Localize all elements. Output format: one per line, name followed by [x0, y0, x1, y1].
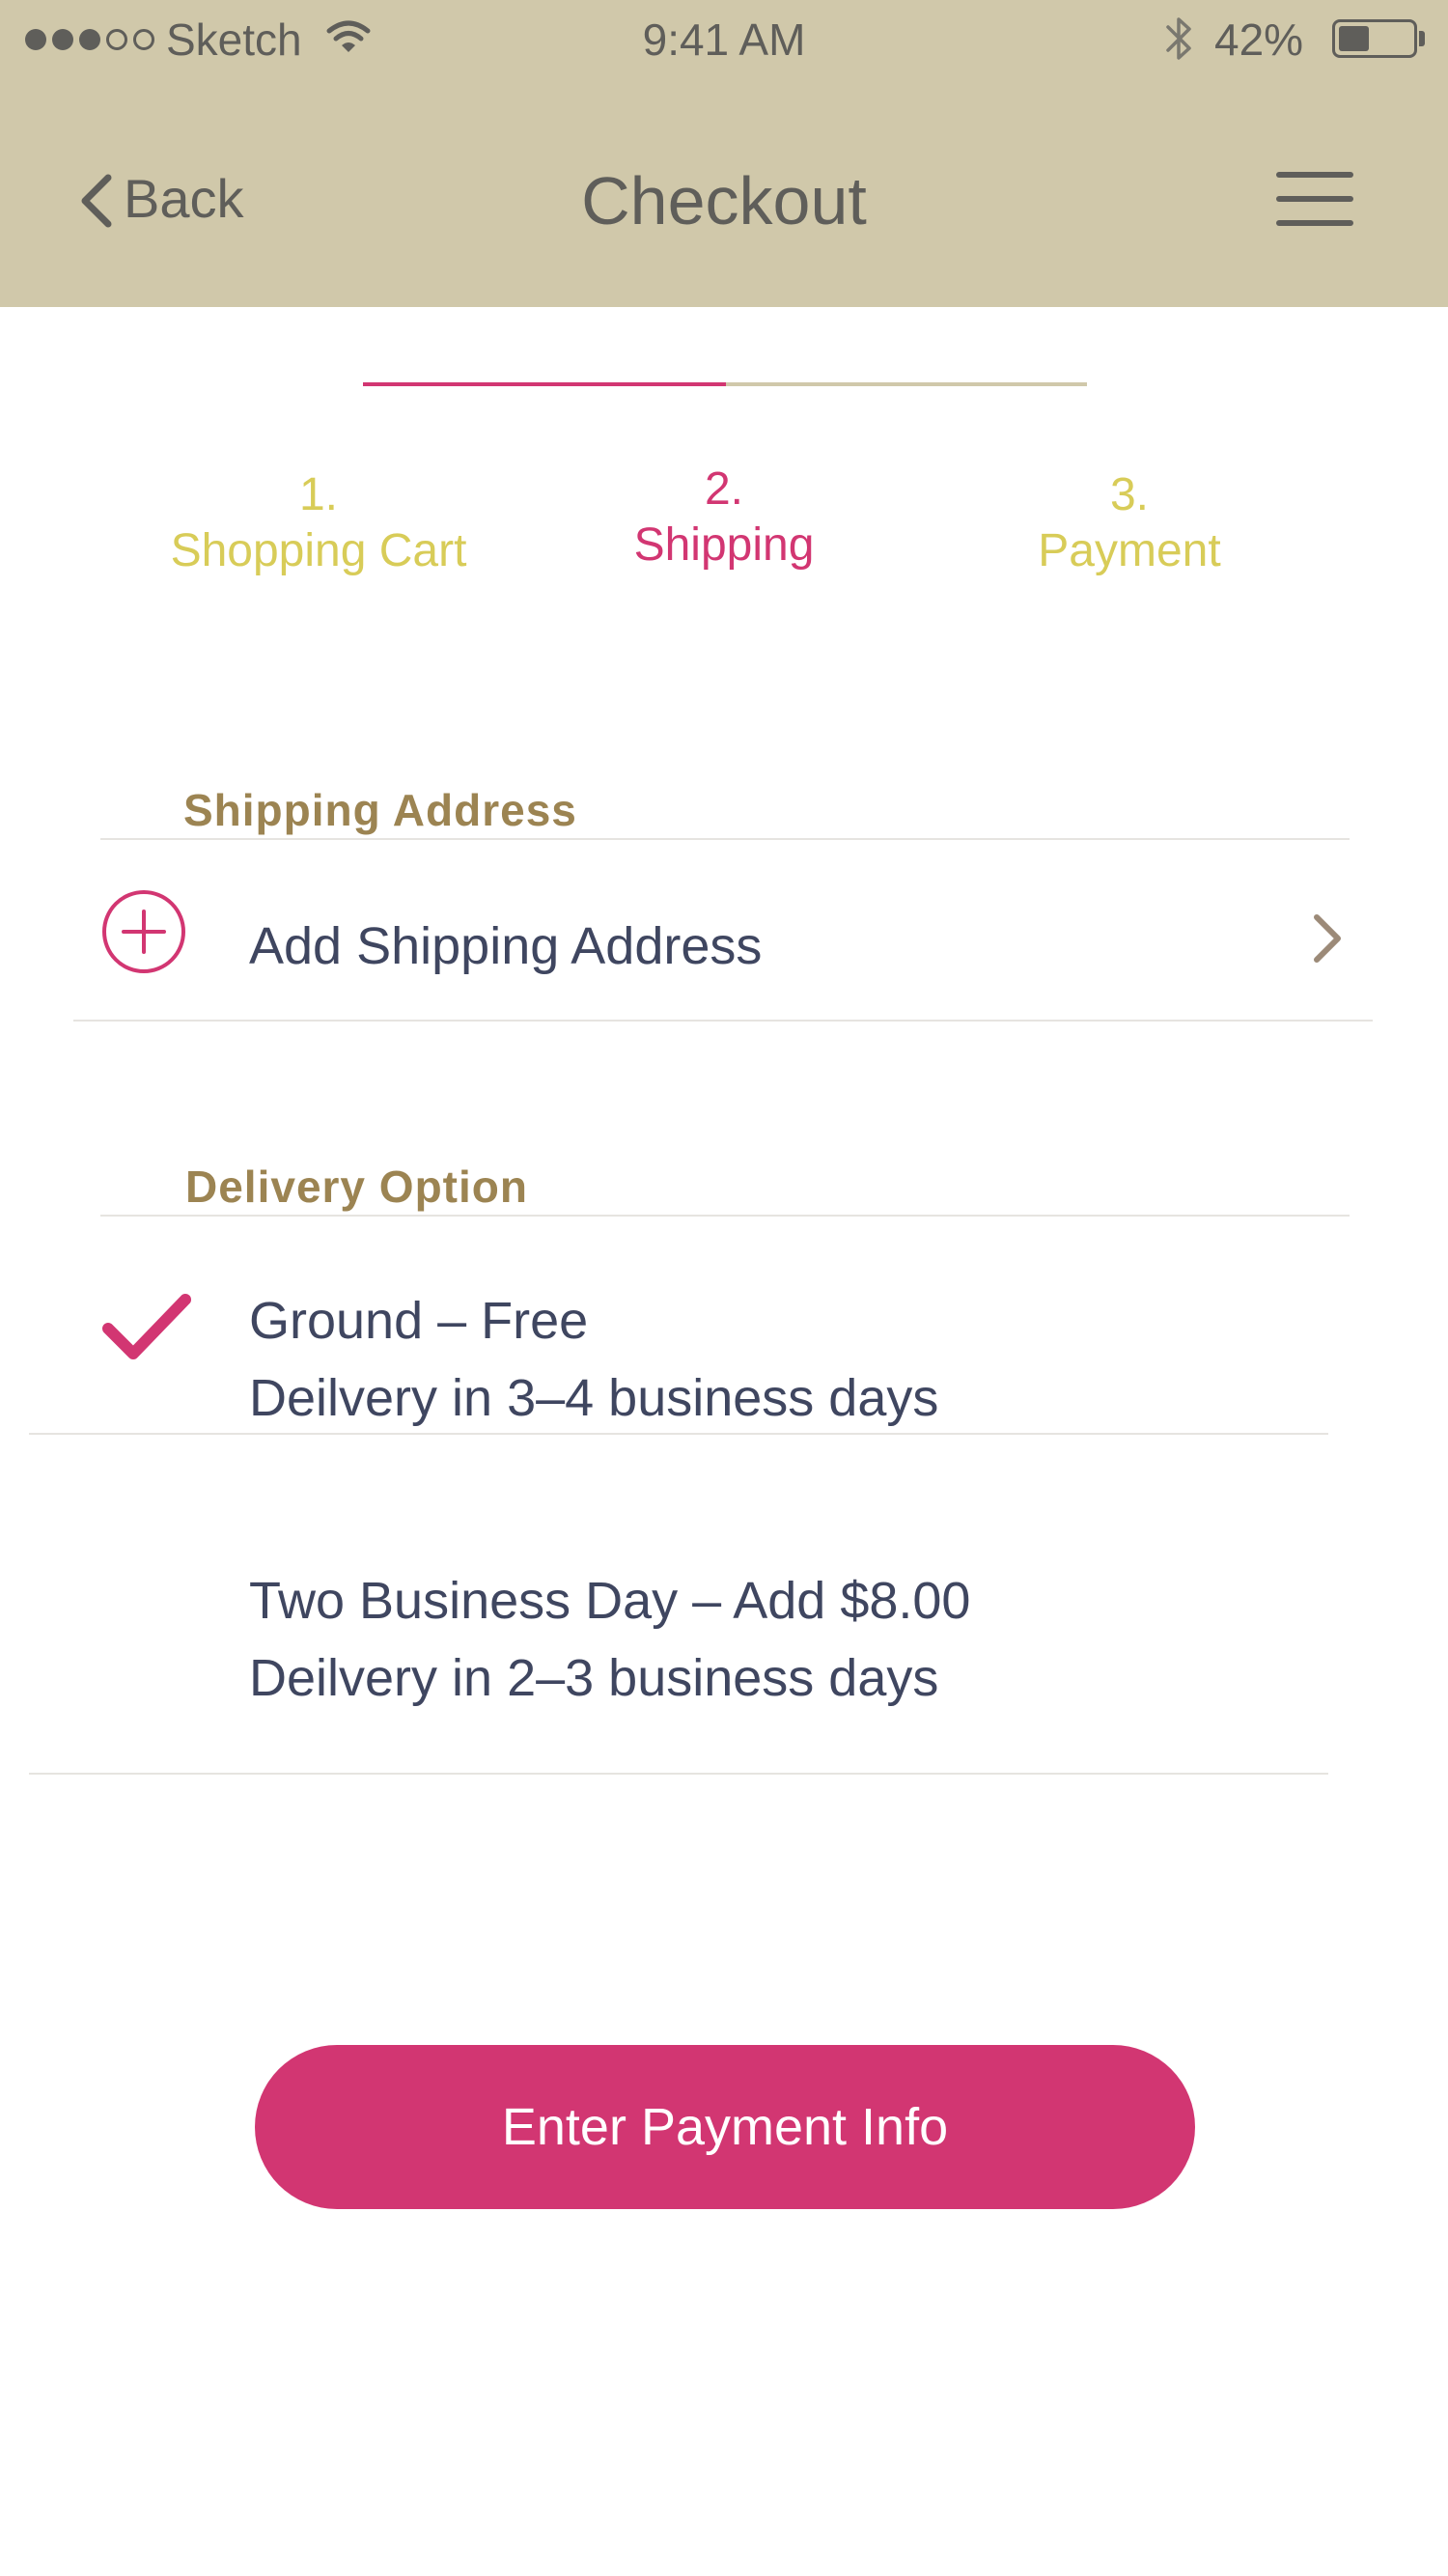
divider [73, 1020, 1373, 1022]
divider [29, 1773, 1328, 1775]
add-shipping-address-label: Add Shipping Address [249, 917, 763, 975]
divider [29, 1433, 1328, 1435]
delivery-option-ground[interactable]: Ground – Free Deilvery in 3–4 business d… [29, 1255, 1328, 1429]
hamburger-menu-icon[interactable] [1274, 170, 1355, 228]
step-label: Shipping [633, 519, 815, 571]
page-title: Checkout [581, 163, 867, 238]
checkmark-icon [102, 1294, 191, 1359]
divider [100, 838, 1350, 840]
step-payment[interactable]: 3. Payment [936, 467, 1323, 579]
step-shopping-cart[interactable]: 1. Shopping Cart [125, 467, 512, 579]
add-shipping-address-row[interactable]: Add Shipping Address [73, 869, 1396, 1014]
delivery-option-two-business-day[interactable]: Two Business Day – Add $8.00 Deilvery in… [29, 1535, 1328, 1709]
battery-icon [1332, 19, 1417, 58]
delivery-option-subtitle: Deilvery in 2–3 business days [249, 1649, 939, 1707]
step-label: Shopping Cart [170, 525, 467, 576]
chevron-right-icon [1314, 914, 1341, 963]
progress-completed [363, 382, 726, 386]
battery-percent: 42% [1214, 14, 1304, 65]
step-number: 2. [704, 463, 744, 515]
shipping-address-heading: Shipping Address [183, 785, 577, 835]
divider [100, 1215, 1350, 1217]
plus-circle-icon [102, 890, 185, 973]
step-number: 3. [1109, 469, 1150, 520]
delivery-option-title: Ground – Free [249, 1292, 589, 1350]
battery-level [1339, 26, 1369, 51]
step-number: 1. [298, 469, 339, 520]
step-label: Payment [1038, 525, 1221, 576]
progress-remaining [726, 382, 1087, 386]
delivery-option-title: Two Business Day – Add $8.00 [249, 1572, 971, 1630]
enter-payment-info-button[interactable]: Enter Payment Info [255, 2045, 1195, 2209]
step-shipping[interactable]: 2. Shipping [531, 462, 917, 574]
delivery-option-heading: Delivery Option [185, 1162, 528, 1212]
delivery-option-subtitle: Deilvery in 3–4 business days [249, 1369, 939, 1427]
bluetooth-icon [1166, 17, 1191, 60]
battery-nub [1419, 31, 1425, 46]
